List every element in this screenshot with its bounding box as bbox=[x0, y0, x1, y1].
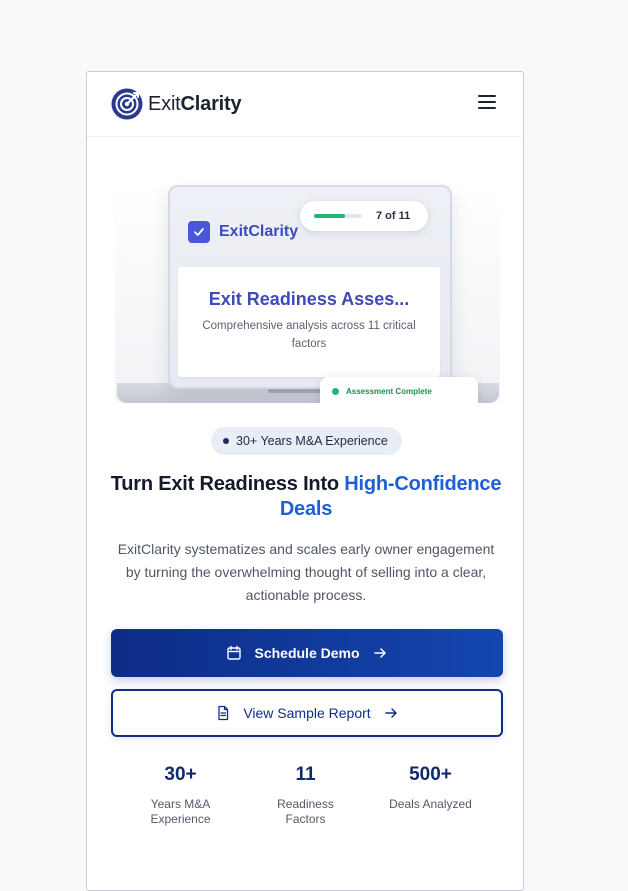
mobile-viewport: ExitClarity ExitClarity 7 of 11 Exit Rea… bbox=[86, 71, 524, 891]
badge-dot-icon bbox=[223, 438, 229, 444]
schedule-demo-button[interactable]: Schedule Demo bbox=[111, 629, 503, 677]
experience-badge: 30+ Years M&A Experience bbox=[211, 427, 402, 455]
progress-fill bbox=[314, 214, 345, 218]
stat-item: 500+ Deals Analyzed bbox=[368, 762, 493, 827]
brand-name-exit: Exit bbox=[148, 92, 181, 115]
stat-label: Years M&A Experience bbox=[150, 797, 211, 826]
arrow-right-icon bbox=[383, 705, 399, 721]
stat-value: 500+ bbox=[409, 764, 452, 785]
document-icon bbox=[215, 705, 231, 721]
screen-brand-label: ExitClarity bbox=[219, 223, 299, 240]
hero-description: ExitClarity systematizes and scales earl… bbox=[117, 541, 495, 603]
headline-text: Turn Exit Readiness Into bbox=[110, 473, 345, 495]
hero-product-image: ExitClarity 7 of 11 Exit Readiness Asses… bbox=[115, 183, 500, 403]
badge-label: 30+ Years M&A Experience bbox=[236, 434, 388, 448]
stat-item: 11 Readiness Factors bbox=[243, 762, 368, 827]
schedule-demo-label: Schedule Demo bbox=[254, 645, 360, 661]
brand-logo[interactable]: ExitClarity bbox=[111, 88, 242, 120]
status-dot-icon bbox=[332, 388, 339, 395]
stat-label: Readiness Factors bbox=[277, 797, 334, 826]
arrow-right-icon bbox=[372, 645, 388, 661]
calendar-icon bbox=[226, 645, 242, 661]
assessment-title: Exit Readiness Asses... bbox=[208, 289, 410, 309]
toast-label: Assessment Complete bbox=[346, 387, 432, 396]
assessment-card: Exit Readiness Asses... Comprehensive an… bbox=[178, 267, 440, 377]
progress-pill: 7 of 11 bbox=[300, 201, 428, 231]
stat-label: Deals Analyzed bbox=[389, 797, 472, 811]
site-header: ExitClarity bbox=[87, 72, 523, 137]
assessment-complete-toast: Assessment Complete bbox=[320, 377, 478, 403]
hamburger-menu-button[interactable] bbox=[475, 92, 499, 116]
progress-bar bbox=[314, 214, 362, 218]
assessment-subtitle: Comprehensive analysis across 11 critica… bbox=[202, 320, 416, 350]
progress-label: 7 of 11 bbox=[376, 210, 411, 222]
hamburger-menu-icon bbox=[477, 94, 497, 115]
checkbox-icon bbox=[188, 221, 210, 243]
stat-item: 30+ Years M&A Experience bbox=[118, 762, 243, 827]
stat-value: 11 bbox=[295, 764, 316, 785]
stats-row: 30+ Years M&A Experience 11 Readiness Fa… bbox=[118, 762, 493, 827]
screen-brand: ExitClarity bbox=[188, 221, 298, 243]
target-icon bbox=[111, 88, 143, 120]
stat-value: 30+ bbox=[164, 764, 197, 785]
view-sample-report-label: View Sample Report bbox=[243, 705, 371, 721]
view-sample-report-button[interactable]: View Sample Report bbox=[111, 689, 503, 737]
brand-name-clarity: Clarity bbox=[180, 92, 242, 115]
laptop-screen: ExitClarity 7 of 11 Exit Readiness Asses… bbox=[168, 185, 452, 389]
page-headline: Turn Exit Readiness Into High-Confidence… bbox=[97, 472, 515, 522]
